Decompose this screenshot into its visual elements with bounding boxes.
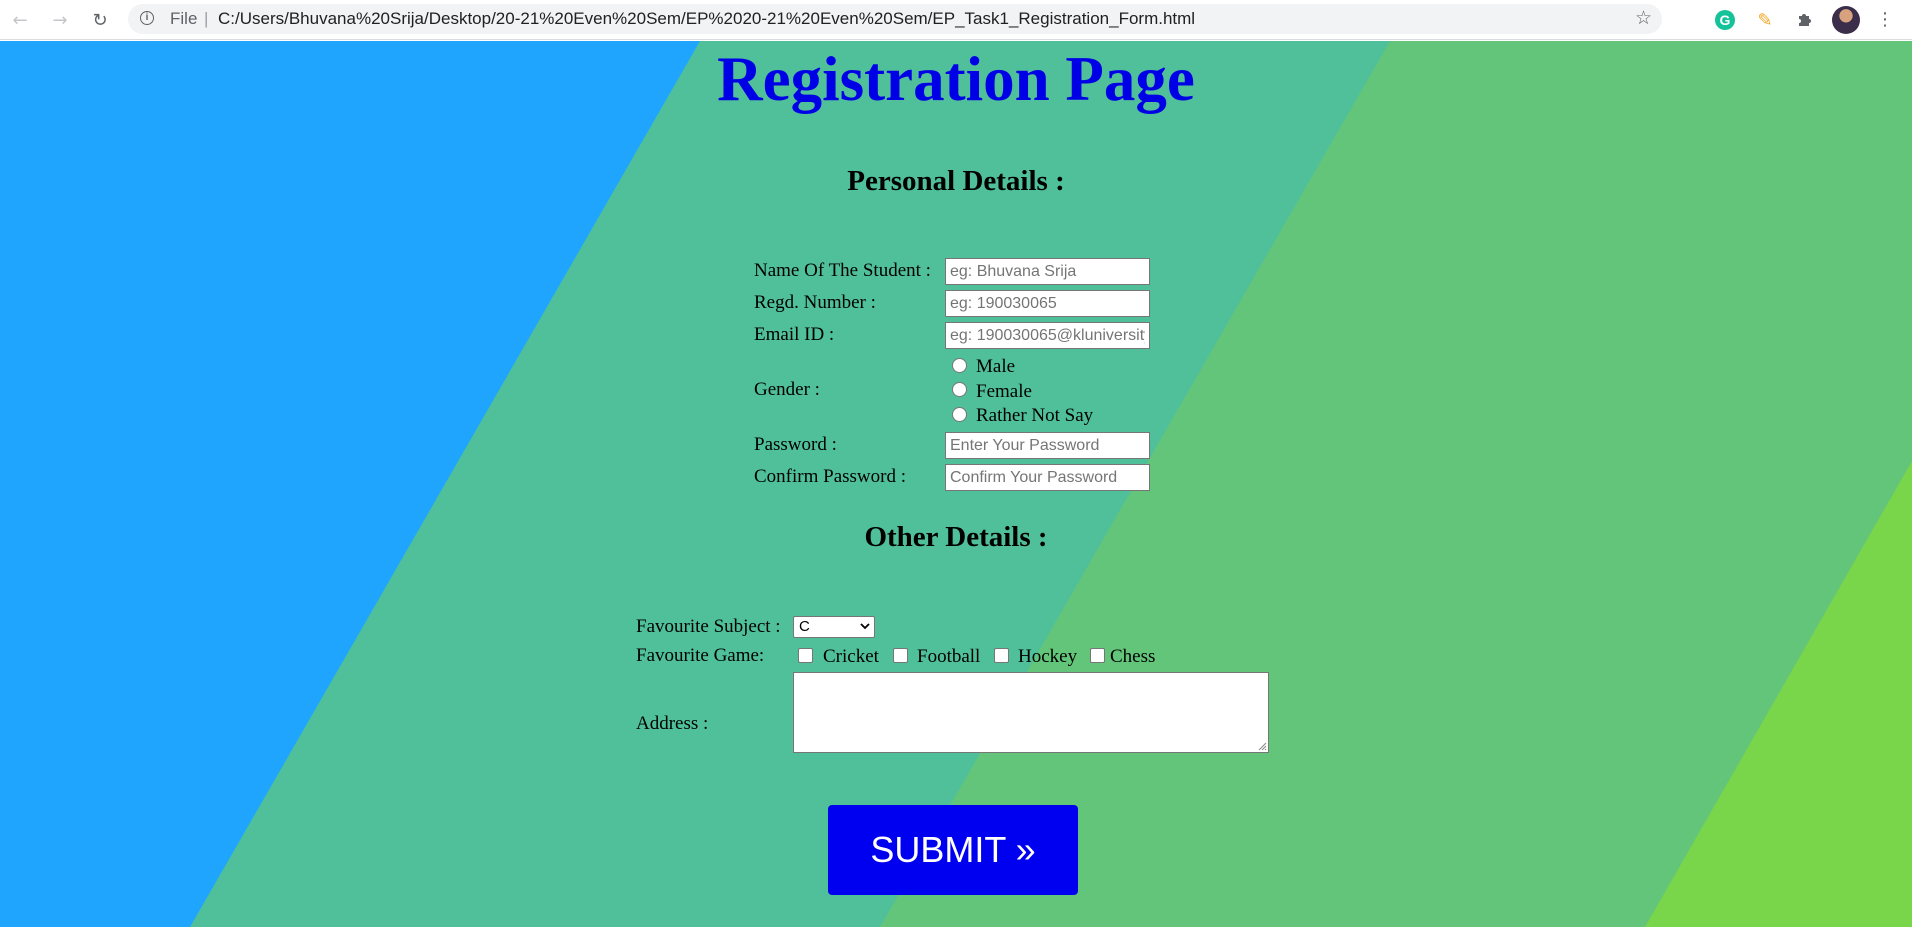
game-option-cricket: Cricket bbox=[823, 646, 879, 667]
subject-label: Favourite Subject : bbox=[636, 616, 781, 637]
personal-details-heading: Personal Details : bbox=[847, 165, 1065, 197]
game-option-football: Football bbox=[917, 646, 981, 667]
subject-selected-value: C bbox=[799, 618, 810, 635]
gender-radio-male[interactable] bbox=[952, 358, 967, 373]
browser-toolbar: ← → ↻ i File | C:/Users/Bhuvana%20Srija/… bbox=[0, 0, 1912, 40]
email-label: Email ID : bbox=[754, 324, 835, 345]
url-text[interactable]: C:/Users/Bhuvana%20Srija/Desktop/20-21%2… bbox=[218, 9, 1195, 29]
site-info-icon[interactable]: i bbox=[140, 11, 154, 25]
gender-radio-rather-not-say[interactable] bbox=[952, 407, 967, 422]
address-bar[interactable]: i File | C:/Users/Bhuvana%20Srija/Deskto… bbox=[128, 4, 1662, 34]
chevron-down-icon bbox=[860, 623, 870, 630]
game-option-hockey: Hockey bbox=[1018, 646, 1078, 667]
scheme-label: File bbox=[170, 9, 198, 28]
gender-radio-female[interactable] bbox=[952, 382, 967, 397]
game-checkbox-football[interactable] bbox=[893, 648, 908, 663]
game-checkbox-cricket[interactable] bbox=[798, 648, 813, 663]
back-icon[interactable]: ← bbox=[8, 8, 32, 32]
game-option-chess: Chess bbox=[1110, 646, 1156, 667]
menu-kebab-icon[interactable]: ⋮ bbox=[1876, 8, 1894, 32]
gender-option-female: Female bbox=[976, 381, 1032, 402]
puzzle-icon[interactable] bbox=[1793, 8, 1817, 32]
address-textarea[interactable] bbox=[793, 672, 1269, 753]
gender-option-male: Male bbox=[976, 356, 1016, 377]
confirm-password-input[interactable] bbox=[945, 464, 1150, 491]
gender-option-rather-not-say: Rather Not Say bbox=[976, 405, 1094, 426]
submit-button[interactable]: SUBMIT » bbox=[828, 805, 1078, 895]
pen-icon[interactable]: ✎ bbox=[1753, 8, 1777, 32]
reload-icon[interactable]: ↻ bbox=[88, 8, 112, 32]
address-label: Address : bbox=[636, 713, 709, 734]
email-input[interactable] bbox=[945, 322, 1150, 349]
forward-icon[interactable]: → bbox=[48, 8, 72, 32]
game-checkbox-chess[interactable] bbox=[1090, 648, 1105, 663]
bookmark-star-icon[interactable]: ☆ bbox=[1635, 7, 1652, 29]
subject-select[interactable]: C bbox=[793, 616, 875, 638]
gender-label: Gender : bbox=[754, 379, 820, 400]
student-name-input[interactable] bbox=[945, 258, 1150, 285]
password-input[interactable] bbox=[945, 432, 1150, 459]
password-label: Password : bbox=[754, 434, 837, 455]
profile-avatar[interactable] bbox=[1832, 6, 1860, 34]
confirm-password-label: Confirm Password : bbox=[754, 466, 906, 487]
resize-grip-icon[interactable] bbox=[1257, 741, 1267, 751]
omnibox-separator: | bbox=[204, 9, 209, 28]
grammarly-icon[interactable]: G bbox=[1713, 8, 1737, 32]
other-details-heading: Other Details : bbox=[864, 521, 1048, 553]
regd-number-input[interactable] bbox=[945, 290, 1150, 317]
page-title: Registration Page bbox=[717, 44, 1195, 114]
game-checkbox-hockey[interactable] bbox=[994, 648, 1009, 663]
name-label: Name Of The Student : bbox=[754, 260, 931, 281]
registration-page: Registration Page Personal Details : Nam… bbox=[0, 41, 1912, 927]
games-label: Favourite Game: bbox=[636, 645, 765, 666]
regd-label: Regd. Number : bbox=[754, 292, 876, 313]
